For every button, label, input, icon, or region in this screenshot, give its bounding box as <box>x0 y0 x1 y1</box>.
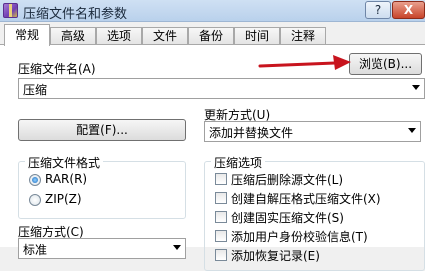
tab-options[interactable]: 选项 <box>96 27 142 45</box>
archive-name-label: 压缩文件名(A) <box>18 62 96 76</box>
red-arrow-icon <box>258 55 351 70</box>
title-bar: 压缩文件名和参数 ? X <box>0 0 425 22</box>
tab-strip: 常规 高级 选项 文件 备份 时间 注释 <box>0 24 425 46</box>
checkbox-icon[interactable] <box>215 192 227 204</box>
tab-general[interactable]: 常规 <box>4 24 50 46</box>
checkbox-icon[interactable] <box>215 173 227 185</box>
method-select[interactable]: 标准 <box>18 238 186 259</box>
window-title: 压缩文件名和参数 <box>23 7 128 22</box>
method-value: 标准 <box>23 243 48 257</box>
tab-advanced[interactable]: 高级 <box>50 27 96 45</box>
chevron-down-icon[interactable] <box>412 85 420 90</box>
close-button[interactable]: X <box>392 1 425 19</box>
solid-label: 创建固实压缩文件(S) <box>231 211 344 225</box>
chevron-down-icon[interactable] <box>408 128 416 133</box>
tab-backup[interactable]: 备份 <box>188 27 234 45</box>
sfx-label: 创建自解压格式压缩文件(X) <box>231 192 381 206</box>
archive-name-combo[interactable]: 压缩 <box>18 78 425 99</box>
checkbox-icon[interactable] <box>215 230 227 242</box>
archive-format-group: 压缩文件格式 RAR(R) ZIP(Z) <box>18 154 186 219</box>
general-tab-panel: 压缩文件名(A) 浏览(B)... 压缩 更新方式(U) 添加并替换文件 配置(… <box>0 44 425 271</box>
browse-button[interactable]: 浏览(B)... <box>349 53 422 75</box>
archiving-options-label: 压缩选项 <box>211 154 266 171</box>
archiving-options-group: 压缩选项 压缩后删除源文件(L) 创建自解压格式压缩文件(X) 创建固实压缩文件… <box>204 154 425 271</box>
radio-icon[interactable] <box>29 194 41 206</box>
tab-comment[interactable]: 注释 <box>280 27 326 45</box>
recovery-label: 添加恢复记录(E) <box>231 249 320 263</box>
checkbox-icon[interactable] <box>215 211 227 223</box>
update-mode-value: 添加并替换文件 <box>209 126 294 140</box>
checkbox-icon[interactable] <box>215 249 227 261</box>
delete-after-label: 压缩后删除源文件(L) <box>231 173 344 187</box>
authenticity-label: 添加用户身份校验信息(T) <box>231 230 368 244</box>
format-zip-label: ZIP(Z) <box>45 192 82 206</box>
archive-format-label: 压缩文件格式 <box>25 154 104 171</box>
help-button[interactable]: ? <box>365 1 391 19</box>
archive-name-input[interactable]: 压缩 <box>23 81 47 98</box>
chevron-down-icon[interactable] <box>173 245 181 250</box>
winrar-icon <box>3 3 18 18</box>
update-mode-select[interactable]: 添加并替换文件 <box>204 121 421 142</box>
radio-selected-icon[interactable] <box>29 174 41 186</box>
format-rar-label: RAR(R) <box>45 172 88 186</box>
profiles-button[interactable]: 配置(F)... <box>18 119 186 141</box>
tab-files[interactable]: 文件 <box>142 27 188 45</box>
tab-time[interactable]: 时间 <box>234 27 280 45</box>
